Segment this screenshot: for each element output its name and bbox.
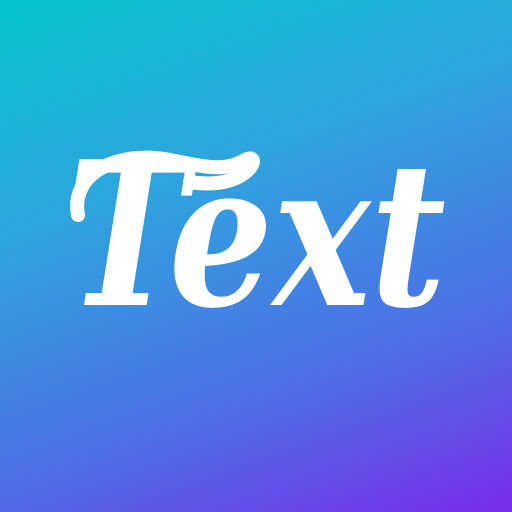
logo-text: Text (66, 118, 446, 353)
app-logo-wordmark: Text (66, 118, 446, 353)
app-icon-tile: Text (0, 0, 512, 512)
